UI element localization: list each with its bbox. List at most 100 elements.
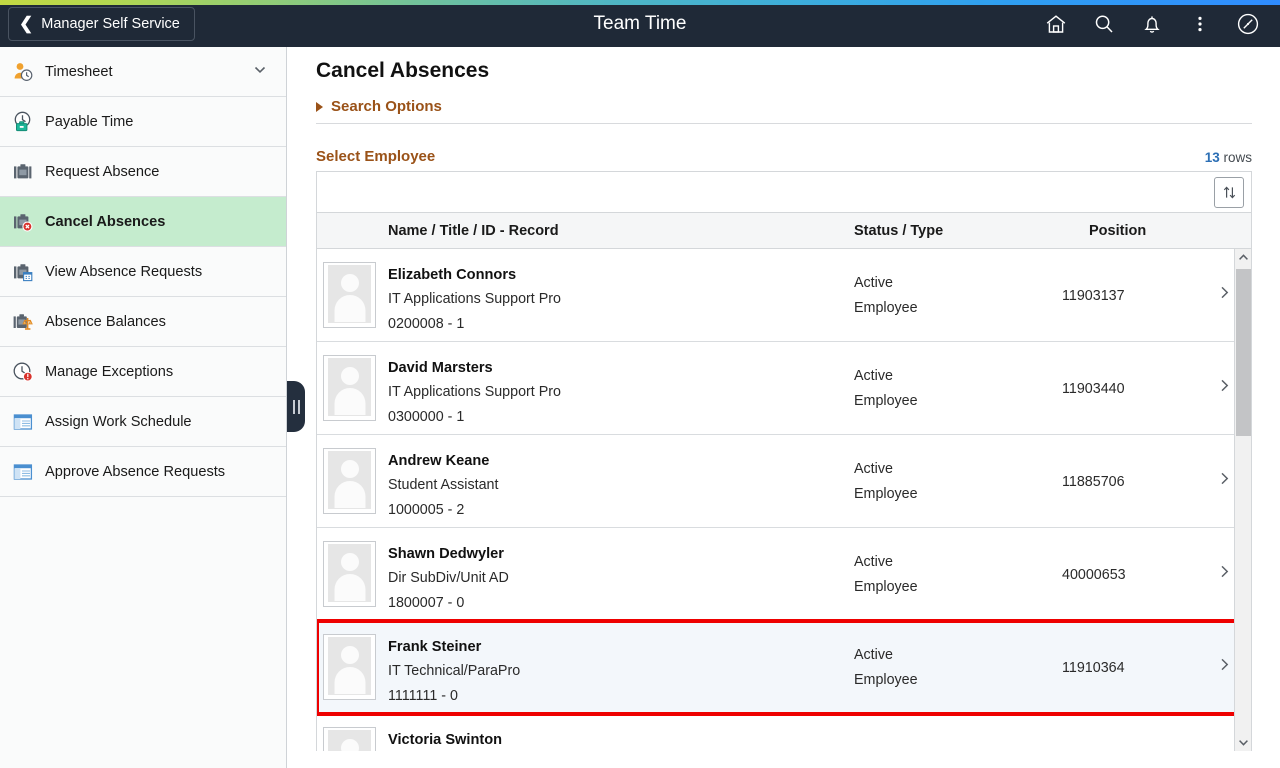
sidebar-item-label: Absence Balances xyxy=(45,313,166,330)
search-options-toggle[interactable]: Search Options xyxy=(316,98,442,115)
sidebar-item-label: Manage Exceptions xyxy=(45,363,174,380)
employee-title: Student Assistant xyxy=(388,477,499,493)
employee-name: Andrew Keane xyxy=(388,453,490,469)
avatar xyxy=(323,634,376,700)
avatar xyxy=(323,727,376,751)
employee-id-record: 0200008 - 1 xyxy=(388,316,465,332)
employee-position: 11885706 xyxy=(1062,474,1125,490)
employee-position: 11910364 xyxy=(1062,660,1125,676)
employee-status: Active xyxy=(854,368,893,384)
back-chevron-icon: ❮ xyxy=(19,14,34,33)
employee-type: Employee xyxy=(854,300,918,316)
briefcase-icon xyxy=(10,159,36,185)
navbar-compass-icon[interactable] xyxy=(1224,0,1272,47)
row-count-word: rows xyxy=(1223,150,1252,165)
employee-type: Employee xyxy=(854,393,918,409)
back-to-manager-self-service-button[interactable]: ❮ Manager Self Service xyxy=(8,6,195,41)
sidebar-item-cancel-absences[interactable]: Cancel Absences xyxy=(0,197,286,247)
chevron-right-icon[interactable] xyxy=(1216,563,1233,585)
employee-grid: Elizabeth Connors IT Applications Suppor… xyxy=(316,249,1252,751)
window-panel-icon xyxy=(10,409,36,435)
section-divider xyxy=(316,123,1252,124)
employee-id-record: 1111111 - 0 xyxy=(388,688,458,704)
brand-gradient-strip xyxy=(0,0,1280,5)
employee-rows-area: Elizabeth Connors IT Applications Suppor… xyxy=(317,249,1247,751)
chevron-right-icon[interactable] xyxy=(1216,377,1233,399)
column-header-name: Name / Title / ID - Record xyxy=(388,222,559,239)
actions-kebab-icon[interactable] xyxy=(1176,0,1224,47)
avatar xyxy=(323,541,376,607)
employee-name: David Marsters xyxy=(388,360,493,376)
avatar-placeholder-icon xyxy=(328,451,371,509)
employee-position: 11903440 xyxy=(1062,381,1125,397)
home-icon[interactable] xyxy=(1032,0,1080,47)
sidebar-item-timesheet[interactable]: Timesheet xyxy=(0,47,286,97)
navigation-sidebar: Timesheet Payable Time Request Absence C… xyxy=(0,47,287,768)
sidebar-item-view-absence-requests[interactable]: View Absence Requests xyxy=(0,247,286,297)
table-row[interactable]: Andrew Keane Student Assistant 1000005 -… xyxy=(317,435,1247,528)
table-row[interactable]: Elizabeth Connors IT Applications Suppor… xyxy=(317,249,1247,342)
employee-position: 11903137 xyxy=(1062,288,1125,304)
table-row-selected[interactable]: Frank Steiner IT Technical/ParaPro 11111… xyxy=(317,619,1247,716)
avatar xyxy=(323,262,376,328)
employee-title: Dir SubDiv/Unit AD xyxy=(388,570,509,586)
table-row[interactable]: Shawn Dedwyler Dir SubDiv/Unit AD 180000… xyxy=(317,528,1247,621)
handle-bar-left xyxy=(292,399,295,414)
chevron-right-icon[interactable] xyxy=(1216,284,1233,306)
scrollbar-thumb[interactable] xyxy=(1236,269,1251,436)
avatar-placeholder-icon xyxy=(328,265,371,323)
handle-bar-right xyxy=(297,399,300,414)
grid-toolbar xyxy=(316,171,1252,213)
chevron-right-icon[interactable] xyxy=(1216,470,1233,492)
sidebar-item-label: Approve Absence Requests xyxy=(45,463,226,480)
employee-id-record: 1000005 - 2 xyxy=(388,502,465,518)
avatar-placeholder-icon xyxy=(328,358,371,416)
column-header-status: Status / Type xyxy=(854,222,944,239)
main-content: Cancel Absences Search Options Select Em… xyxy=(288,47,1280,768)
employee-title: IT Applications Support Pro xyxy=(388,384,561,400)
scroll-down-arrow-icon[interactable] xyxy=(1235,734,1251,751)
sidebar-item-request-absence[interactable]: Request Absence xyxy=(0,147,286,197)
sidebar-item-label: Assign Work Schedule xyxy=(45,413,192,430)
sidebar-item-assign-work-schedule[interactable]: Assign Work Schedule xyxy=(0,397,286,447)
notifications-bell-icon[interactable] xyxy=(1128,0,1176,47)
expand-triangle-icon xyxy=(316,101,323,112)
briefcase-calendar-icon xyxy=(10,259,36,285)
employee-title: IT Technical/ParaPro xyxy=(388,663,521,679)
employee-position: 40000653 xyxy=(1062,567,1126,583)
employee-id-record: 1800007 - 0 xyxy=(388,595,465,611)
select-employee-header: Select Employee 13 rows xyxy=(316,148,1252,165)
grid-scrollbar[interactable] xyxy=(1234,249,1251,751)
sidebar-collapse-handle[interactable] xyxy=(287,381,305,432)
employee-type: Employee xyxy=(854,486,918,502)
search-icon[interactable] xyxy=(1080,0,1128,47)
header-icon-group xyxy=(1032,0,1272,47)
table-row[interactable]: Victoria Swinton xyxy=(317,714,1247,751)
table-row[interactable]: David Marsters IT Applications Support P… xyxy=(317,342,1247,435)
sidebar-item-absence-balances[interactable]: Absence Balances xyxy=(0,297,286,347)
briefcase-balance-icon xyxy=(10,309,36,335)
avatar xyxy=(323,355,376,421)
employee-status: Active xyxy=(854,554,893,570)
sidebar-item-manage-exceptions[interactable]: Manage Exceptions xyxy=(0,347,286,397)
sidebar-item-label: View Absence Requests xyxy=(45,263,203,280)
sidebar-item-payable-time[interactable]: Payable Time xyxy=(0,97,286,147)
scroll-up-arrow-icon[interactable] xyxy=(1235,249,1251,266)
sidebar-item-approve-absence-requests[interactable]: Approve Absence Requests xyxy=(0,447,286,497)
window-panel-icon xyxy=(10,459,36,485)
employee-name: Shawn Dedwyler xyxy=(388,546,504,562)
briefcase-cancel-icon xyxy=(10,209,36,235)
avatar xyxy=(323,448,376,514)
sidebar-item-label: Payable Time xyxy=(45,113,134,130)
sort-button[interactable] xyxy=(1214,176,1244,208)
employee-type: Employee xyxy=(854,672,918,688)
employee-type: Employee xyxy=(854,579,918,595)
sidebar-empty-area xyxy=(0,497,286,768)
employee-status: Active xyxy=(854,461,893,477)
employee-name: Victoria Swinton xyxy=(388,732,503,748)
page-title: Cancel Absences xyxy=(316,59,490,82)
person-clock-icon xyxy=(10,59,36,85)
chevron-right-icon[interactable] xyxy=(1216,656,1233,678)
employee-status: Active xyxy=(854,647,893,663)
chevron-down-icon[interactable] xyxy=(252,61,268,82)
